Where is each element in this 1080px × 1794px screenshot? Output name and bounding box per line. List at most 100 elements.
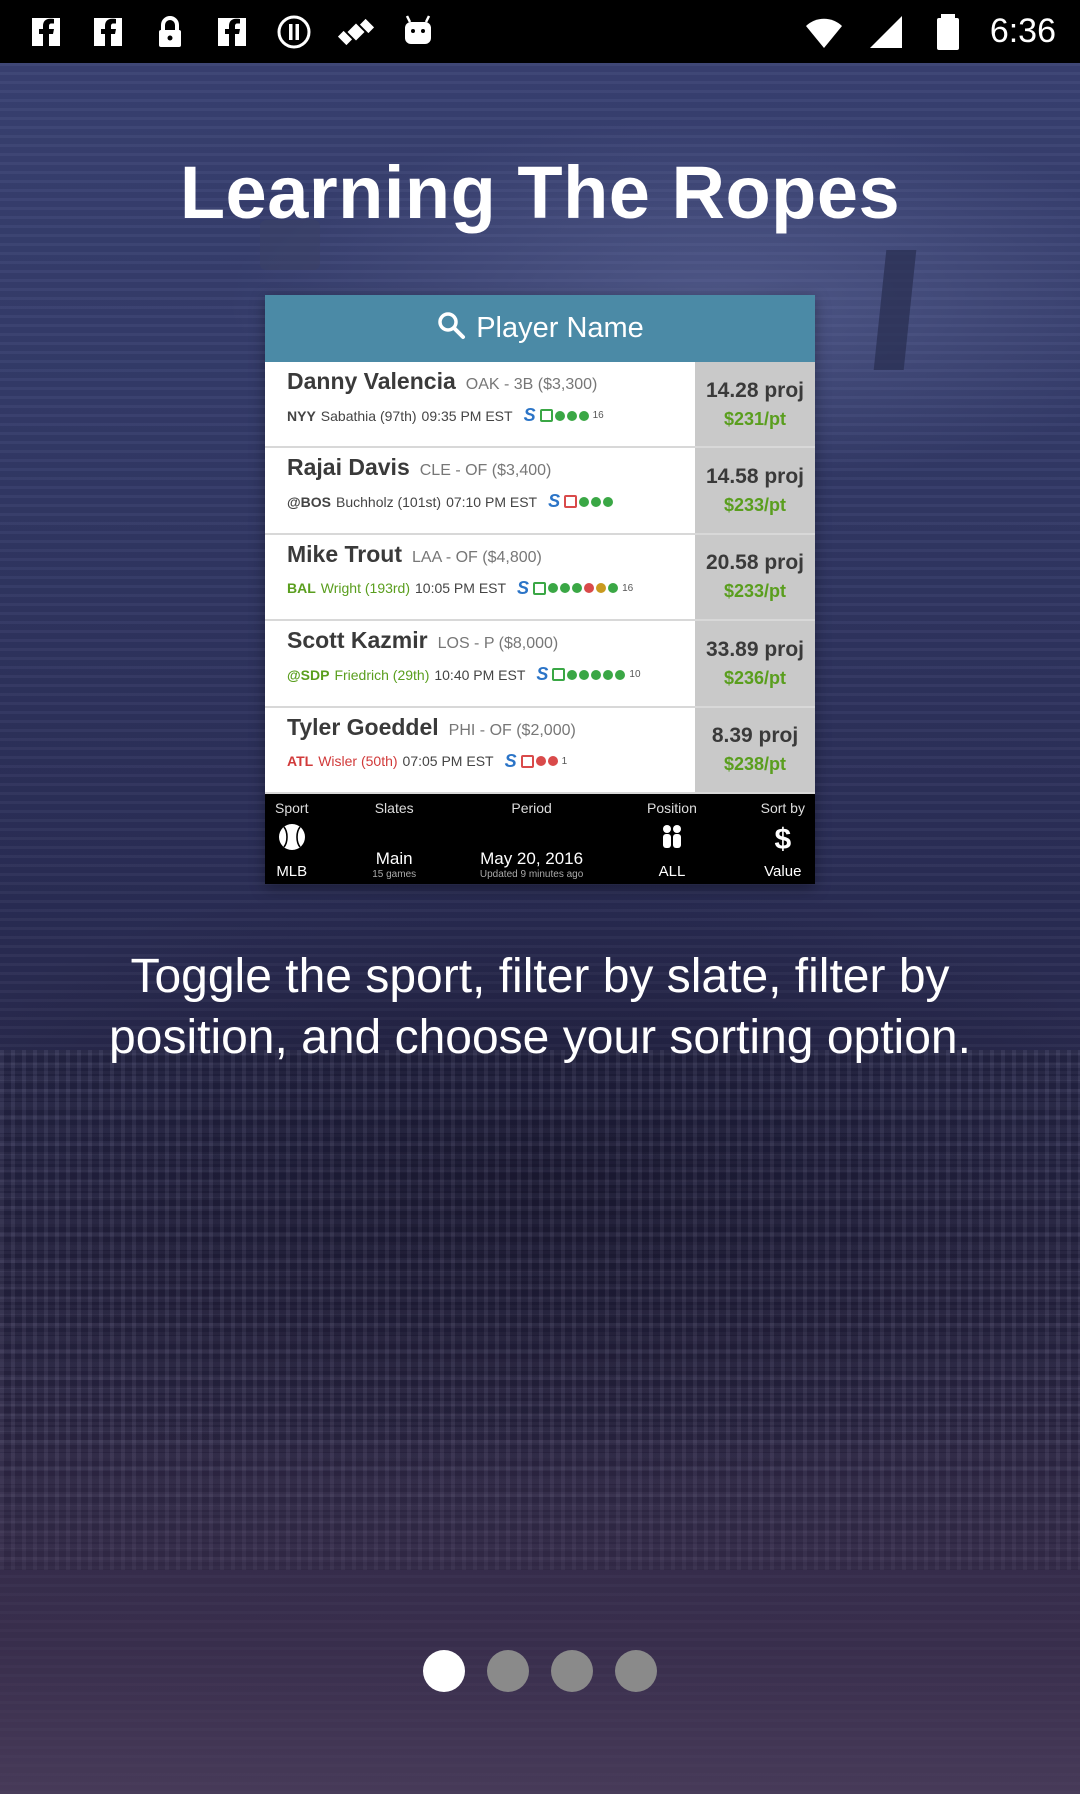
player-per-point: $238/pt	[723, 754, 787, 775]
box-icon	[539, 409, 553, 422]
player-meta: LOS - P ($8,000)	[437, 635, 559, 653]
player-projection: 8.39 proj	[711, 724, 799, 748]
green-dot-icon	[548, 583, 559, 594]
player-row: Rajai Davis CLE - OF ($3,400) @BOS Buchh…	[265, 448, 815, 535]
lock-icon	[150, 12, 190, 52]
baseball-icon	[277, 822, 307, 857]
sort-value: Value	[764, 863, 802, 880]
player-projection: 14.58 proj	[705, 465, 805, 489]
player-row: Danny Valencia OAK - 3B ($3,300) NYY Sab…	[265, 362, 815, 449]
page-dot-3[interactable]	[551, 1650, 593, 1692]
box-icon	[533, 581, 547, 595]
player-per-point: $233/pt	[723, 495, 787, 516]
stat-s-icon: S	[523, 405, 536, 425]
player-pitcher: Wisler (50th)	[318, 753, 398, 770]
heart-icon	[547, 756, 558, 767]
page-dot-4[interactable]	[615, 1650, 657, 1692]
player-meta: OAK - 3B ($3,300)	[465, 376, 598, 393]
onboarding-description: Toggle the sport, filter by slate, filte…	[109, 950, 971, 1064]
player-opponent: ATL	[287, 753, 314, 770]
page-dot-1[interactable]	[423, 1650, 465, 1692]
preview-search-bar: Player Name	[265, 295, 815, 362]
slates-label: Slates	[374, 800, 414, 816]
feature-preview-image: Player Name Danny Valencia OAK - 3B ($3,…	[265, 295, 815, 884]
stat-s-icon: S	[536, 664, 549, 685]
player-name: Rajai Davis	[287, 454, 410, 481]
onboarding-title: Learning The Ropes	[179, 151, 901, 234]
player-name: Scott Kazmir	[287, 627, 428, 654]
signal-icon	[866, 12, 906, 52]
period-value: May 20, 2016	[480, 849, 584, 868]
slates-sub: 15 games	[372, 869, 417, 880]
player-name: Tyler Goeddel	[287, 713, 439, 740]
page-dot-2[interactable]	[487, 1650, 529, 1692]
box-icon	[564, 495, 578, 509]
search-icon	[436, 310, 466, 348]
player-meta: PHI - OF ($2,000)	[448, 721, 576, 739]
stat-s-icon: S	[504, 750, 517, 771]
position-filter: Position ALL	[647, 794, 697, 884]
green-dot-icon	[567, 669, 578, 680]
page-indicator	[0, 1650, 1080, 1692]
player-badges: S 16	[517, 578, 633, 599]
player-pitcher: Sabathia (97th)	[320, 407, 417, 424]
sort-label: Sort by	[760, 800, 805, 816]
player-projection: 20.58 proj	[705, 551, 805, 575]
player-pitcher: Wright (193rd)	[320, 580, 410, 597]
player-badges: S	[548, 491, 614, 512]
player-row: Mike Trout LAA - OF ($4,800) BAL Wright …	[265, 534, 815, 622]
stat-s-icon: S	[517, 577, 530, 598]
sport-filter: Sport MLB	[275, 794, 308, 884]
player-row: Scott Kazmir LOS - P ($8,000) @SDP Fried…	[265, 621, 815, 708]
position-label: Position	[647, 800, 697, 816]
facebook-icon	[212, 12, 252, 52]
player-projection: 14.28 proj	[705, 378, 805, 402]
player-game-time: 07:10 PM EST	[446, 493, 538, 510]
badge-count: 1	[561, 755, 568, 767]
position-value: ALL	[658, 863, 686, 880]
player-opponent: NYY	[287, 407, 316, 424]
facebook-icon	[88, 12, 128, 52]
facebook-icon	[26, 12, 66, 52]
player-per-point: $231/pt	[723, 408, 787, 429]
player-list: Danny Valencia OAK - 3B ($3,300) NYY Sab…	[265, 362, 815, 794]
heart-icon	[615, 669, 626, 680]
green-dot-icon	[554, 410, 565, 421]
green-dot-icon	[579, 669, 590, 680]
player-meta: CLE - OF ($3,400)	[419, 462, 552, 480]
preview-filter-toolbar: Sport MLB Slates Main 15 games Period Ma…	[265, 794, 815, 884]
player-game-time: 09:35 PM EST	[421, 407, 513, 424]
green-dot-icon	[579, 496, 590, 507]
sport-label: Sport	[275, 800, 309, 816]
green-dot-icon	[560, 583, 571, 594]
stat-s-icon: S	[548, 491, 561, 512]
player-per-point: $233/pt	[723, 581, 787, 602]
badge-count: 16	[592, 410, 604, 421]
people-icon	[657, 822, 687, 857]
player-meta: LAA - OF ($4,800)	[412, 548, 542, 566]
fake-gps-icon	[336, 12, 376, 52]
player-game-time: 07:05 PM EST	[402, 753, 494, 770]
stop-icon	[274, 12, 314, 52]
player-badges: S 1	[505, 751, 568, 772]
player-badges: S 10	[536, 664, 640, 685]
player-game-time: 10:40 PM EST	[434, 666, 526, 683]
sort-filter: Sort by $ Value	[761, 794, 805, 884]
badge-count: 16	[622, 582, 634, 594]
battery-icon	[928, 12, 968, 52]
box-icon	[520, 754, 534, 768]
player-opponent: @BOS	[287, 493, 331, 510]
green-dot-icon	[591, 669, 602, 680]
player-name: Mike Trout	[287, 540, 403, 567]
red-dot-icon	[584, 583, 595, 594]
slates-value: Main	[375, 849, 413, 868]
heart-icon	[608, 583, 619, 594]
player-pitcher: Friedrich (29th)	[334, 666, 430, 683]
player-opponent: @SDP	[287, 666, 330, 683]
green-dot-icon	[572, 583, 583, 594]
player-pitcher: Buchholz (101st)	[336, 493, 442, 510]
badge-count: 10	[629, 669, 641, 681]
heart-icon	[578, 410, 589, 421]
player-row: Tyler Goeddel PHI - OF ($2,000) ATL Wisl…	[265, 707, 815, 794]
green-dot-icon	[591, 496, 602, 507]
